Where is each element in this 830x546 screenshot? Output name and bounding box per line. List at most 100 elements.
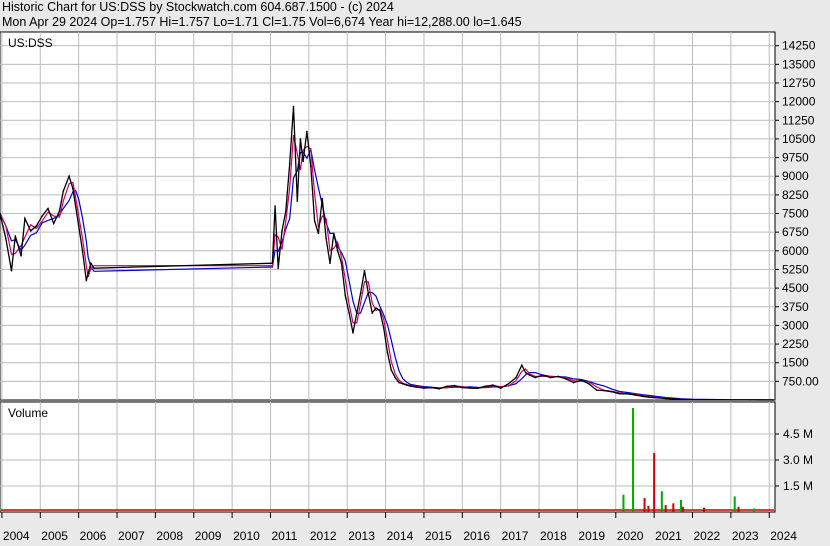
price-point <box>77 225 80 227</box>
price-point <box>325 237 327 240</box>
price-ytick-label: 5250 <box>782 262 809 276</box>
price-point <box>549 376 552 379</box>
price-point <box>626 392 629 395</box>
price-point <box>296 200 299 202</box>
price-point <box>772 399 774 401</box>
price-point <box>484 385 487 388</box>
price-point <box>398 381 400 384</box>
price-point <box>405 384 408 386</box>
price-ytick-label: 1500 <box>782 356 809 370</box>
x-tick-label: 2011 <box>271 529 297 543</box>
price-point <box>348 312 350 314</box>
price-point <box>524 371 527 374</box>
price-point <box>90 262 92 265</box>
x-tick-label: 2006 <box>80 529 107 543</box>
price-point <box>93 267 95 270</box>
volume-ytick-label: 1.5 M <box>783 479 813 493</box>
price-point <box>317 232 320 235</box>
price-point <box>430 386 433 389</box>
price-point <box>363 269 366 272</box>
x-tick-label: 2017 <box>502 529 529 543</box>
price-point <box>285 210 287 212</box>
price-point <box>438 388 441 390</box>
x-tick-label: 2020 <box>617 529 644 543</box>
price-point <box>62 190 65 192</box>
price-point <box>749 399 751 401</box>
x-tick-label: 2012 <box>310 529 337 543</box>
price-ytick-label: 13500 <box>782 57 816 71</box>
x-tick-label: 2013 <box>348 529 375 543</box>
price-point <box>664 397 667 400</box>
price-point <box>461 386 464 389</box>
x-tick-label: 2015 <box>425 529 452 543</box>
price-point <box>274 205 276 207</box>
price-point <box>580 379 583 381</box>
price-point <box>402 383 404 385</box>
price-ytick-label: 3000 <box>782 318 809 332</box>
price-point <box>41 215 44 217</box>
price-point <box>4 237 7 240</box>
price-point <box>572 381 575 384</box>
price-point <box>657 396 659 399</box>
x-tick-label: 2014 <box>387 529 414 543</box>
price-ytick-label: 10500 <box>782 132 816 146</box>
price-point <box>382 327 385 329</box>
price-point <box>534 376 537 379</box>
price-point <box>313 220 316 222</box>
x-tick-label: 2004 <box>3 529 30 543</box>
price-point <box>499 387 502 389</box>
price-point <box>352 332 354 334</box>
price-point <box>409 385 412 387</box>
price-point <box>10 269 13 272</box>
price-point <box>446 385 448 388</box>
x-tick-label: 2005 <box>41 529 68 543</box>
price-panel <box>0 31 776 401</box>
price-point <box>515 376 517 379</box>
price-point <box>306 130 308 133</box>
x-tick-label: 2010 <box>233 529 260 543</box>
price-ytick-label: 7500 <box>782 207 809 221</box>
volume-ytick-label: 4.5 M <box>783 427 813 441</box>
price-point <box>336 250 339 252</box>
price-point <box>35 225 38 227</box>
price-point <box>634 394 636 396</box>
price-point <box>507 383 510 385</box>
x-tick-label: 2009 <box>195 529 222 543</box>
price-ytick-label: 6750 <box>782 225 809 239</box>
price-point <box>281 230 283 232</box>
price-point <box>492 384 494 386</box>
price-point <box>20 254 22 257</box>
price-point <box>87 272 90 274</box>
price-point <box>680 398 682 401</box>
price-point <box>565 378 567 380</box>
price-ytick-label: 3750 <box>782 300 809 314</box>
price-point <box>520 364 523 366</box>
price-point <box>302 160 304 163</box>
price-point <box>595 389 598 391</box>
volume-ytick-label: 3.0 M <box>783 453 813 467</box>
price-point <box>611 390 613 393</box>
price-point <box>542 374 544 376</box>
price-point <box>68 175 70 178</box>
price-ytick-label: 6000 <box>782 244 809 258</box>
price-point <box>359 292 362 294</box>
price-point <box>24 217 26 220</box>
price-point <box>321 197 324 200</box>
price-point <box>394 376 396 379</box>
price-point <box>390 369 393 371</box>
price-point <box>52 222 55 225</box>
price-point <box>14 235 17 237</box>
price-point <box>415 386 418 388</box>
price-point <box>710 399 713 401</box>
price-point <box>618 392 621 395</box>
price-point <box>271 262 274 265</box>
price-point <box>309 165 312 168</box>
price-point <box>356 312 358 314</box>
price-point <box>332 232 335 235</box>
price-point <box>29 230 32 232</box>
x-tick-label: 2007 <box>118 529 145 543</box>
price-point <box>329 262 331 265</box>
price-point <box>528 374 531 376</box>
price-ytick-label: 11250 <box>782 113 815 127</box>
price-point <box>74 205 77 207</box>
